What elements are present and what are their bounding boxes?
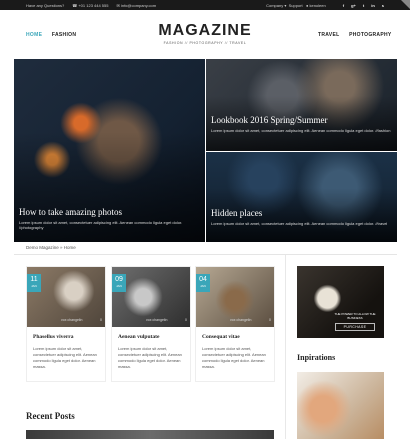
comment-count[interactable]: 0	[269, 318, 271, 322]
top-bar: Have any Questions? ☎ +01 123 444 555 ✉ …	[0, 0, 410, 10]
post-title[interactable]: Consequat vitae	[202, 334, 240, 340]
comment-count[interactable]: 0	[100, 318, 102, 322]
nav-travel[interactable]: TRAVEL	[318, 32, 339, 38]
hero-title[interactable]: Lookbook 2016 Spring/Summer	[211, 115, 328, 125]
recent-posts-heading: Recent Posts	[26, 411, 75, 421]
hero-title[interactable]: Hidden places	[211, 208, 262, 218]
comment-count[interactable]: 0	[185, 318, 187, 322]
hero-tile-hidden-places[interactable]: Hidden places Lorem ipsum dolor sit amet…	[206, 152, 397, 242]
phone-text: +01 123 444 555	[78, 2, 109, 8]
question-text: Have any Questions?	[26, 2, 65, 8]
linkedin-icon[interactable]: in	[371, 3, 375, 8]
user-icon: ●	[305, 2, 309, 8]
divider	[14, 254, 397, 255]
post-author[interactable]: vox changelin	[230, 318, 251, 322]
email-item[interactable]: ✉ info@company.com	[116, 3, 156, 8]
date-month: JAN	[116, 284, 122, 288]
post-card[interactable]: 04 JAN vox changelin 0 Consequat vitae Lo…	[195, 266, 275, 382]
hero-excerpt: Lorem ipsum dolor sit amet, consectetuer…	[211, 221, 388, 226]
breadcrumb[interactable]: Demo Magazine » Home	[26, 245, 76, 250]
date-day: 09	[115, 276, 123, 283]
purchase-button[interactable]: PURCHASE	[335, 323, 375, 331]
skype-icon[interactable]: s	[382, 3, 384, 8]
date-day: 04	[199, 276, 207, 283]
post-title[interactable]: Aenean vulputate	[118, 334, 159, 340]
recent-post-image[interactable]	[26, 430, 274, 439]
hero-excerpt: Lorem ipsum dolor sit amet, consectetuer…	[211, 128, 391, 133]
date-badge: 09 JAN	[112, 274, 126, 292]
nav-right: TRAVEL PHOTOGRAPHY	[318, 32, 400, 38]
site-tagline: FASHION // PHOTOGRAPHY // TRAVEL	[163, 41, 247, 45]
post-title[interactable]: Phasellus viverra	[33, 334, 73, 340]
company-menu[interactable]: Company	[266, 3, 283, 8]
hero-title[interactable]: How to take amazing photos	[19, 207, 122, 217]
inspirations-heading: Inpirations	[297, 353, 336, 362]
facebook-icon[interactable]: f	[343, 3, 344, 8]
site-header: HOME FASHION MAGAZINE FASHION // PHOTOGR…	[0, 10, 410, 60]
inspirations-image[interactable]	[297, 372, 384, 439]
date-badge: 04 JAN	[196, 274, 210, 292]
date-day: 11	[30, 276, 38, 283]
social-links: f g+ t in s	[336, 3, 384, 8]
hero-tile-photos[interactable]: How to take amazing photos Lorem ipsum d…	[14, 59, 205, 242]
sidebar-divider	[285, 255, 286, 439]
hero-grid: How to take amazing photos Lorem ipsum d…	[14, 59, 397, 242]
phone-item[interactable]: ☎ +01 123 444 555	[72, 3, 108, 8]
corner-fold	[401, 0, 410, 9]
sidebar-ad[interactable]: THE POWER TO ALLOW THE BUSINESS PURCHASE	[297, 266, 384, 338]
hero-excerpt: Lorem ipsum dolor sit amet, consectetuer…	[19, 220, 183, 230]
support-link[interactable]: Support	[289, 3, 303, 8]
post-card[interactable]: 09 JAN vox changelin 0 Aenean vulputate L…	[111, 266, 191, 382]
post-author[interactable]: vox changelin	[61, 318, 82, 322]
post-excerpt: Lorem ipsum dolor sit amet, consectetuer…	[202, 346, 266, 369]
post-excerpt: Lorem ipsum dolor sit amet, consectetuer…	[33, 346, 97, 369]
post-card[interactable]: 11 JAN vox changelin 0 Phasellus viverra …	[26, 266, 106, 382]
post-author[interactable]: vox changelin	[146, 318, 167, 322]
googleplus-icon[interactable]: g+	[351, 3, 356, 8]
user-link[interactable]: kenoleen	[309, 3, 325, 8]
nav-photography[interactable]: PHOTOGRAPHY	[349, 32, 391, 38]
date-month: JAN	[200, 284, 206, 288]
date-month: JAN	[31, 284, 37, 288]
twitter-icon[interactable]: t	[363, 3, 364, 8]
date-badge: 11 JAN	[27, 274, 41, 292]
ad-text: THE POWER TO ALLOW THE BUSINESS	[334, 312, 376, 320]
post-excerpt: Lorem ipsum dolor sit amet, consectetuer…	[118, 346, 182, 369]
email-text: info@company.com	[120, 2, 157, 8]
hero-tile-lookbook[interactable]: Lookbook 2016 Spring/Summer Lorem ipsum …	[206, 59, 397, 151]
